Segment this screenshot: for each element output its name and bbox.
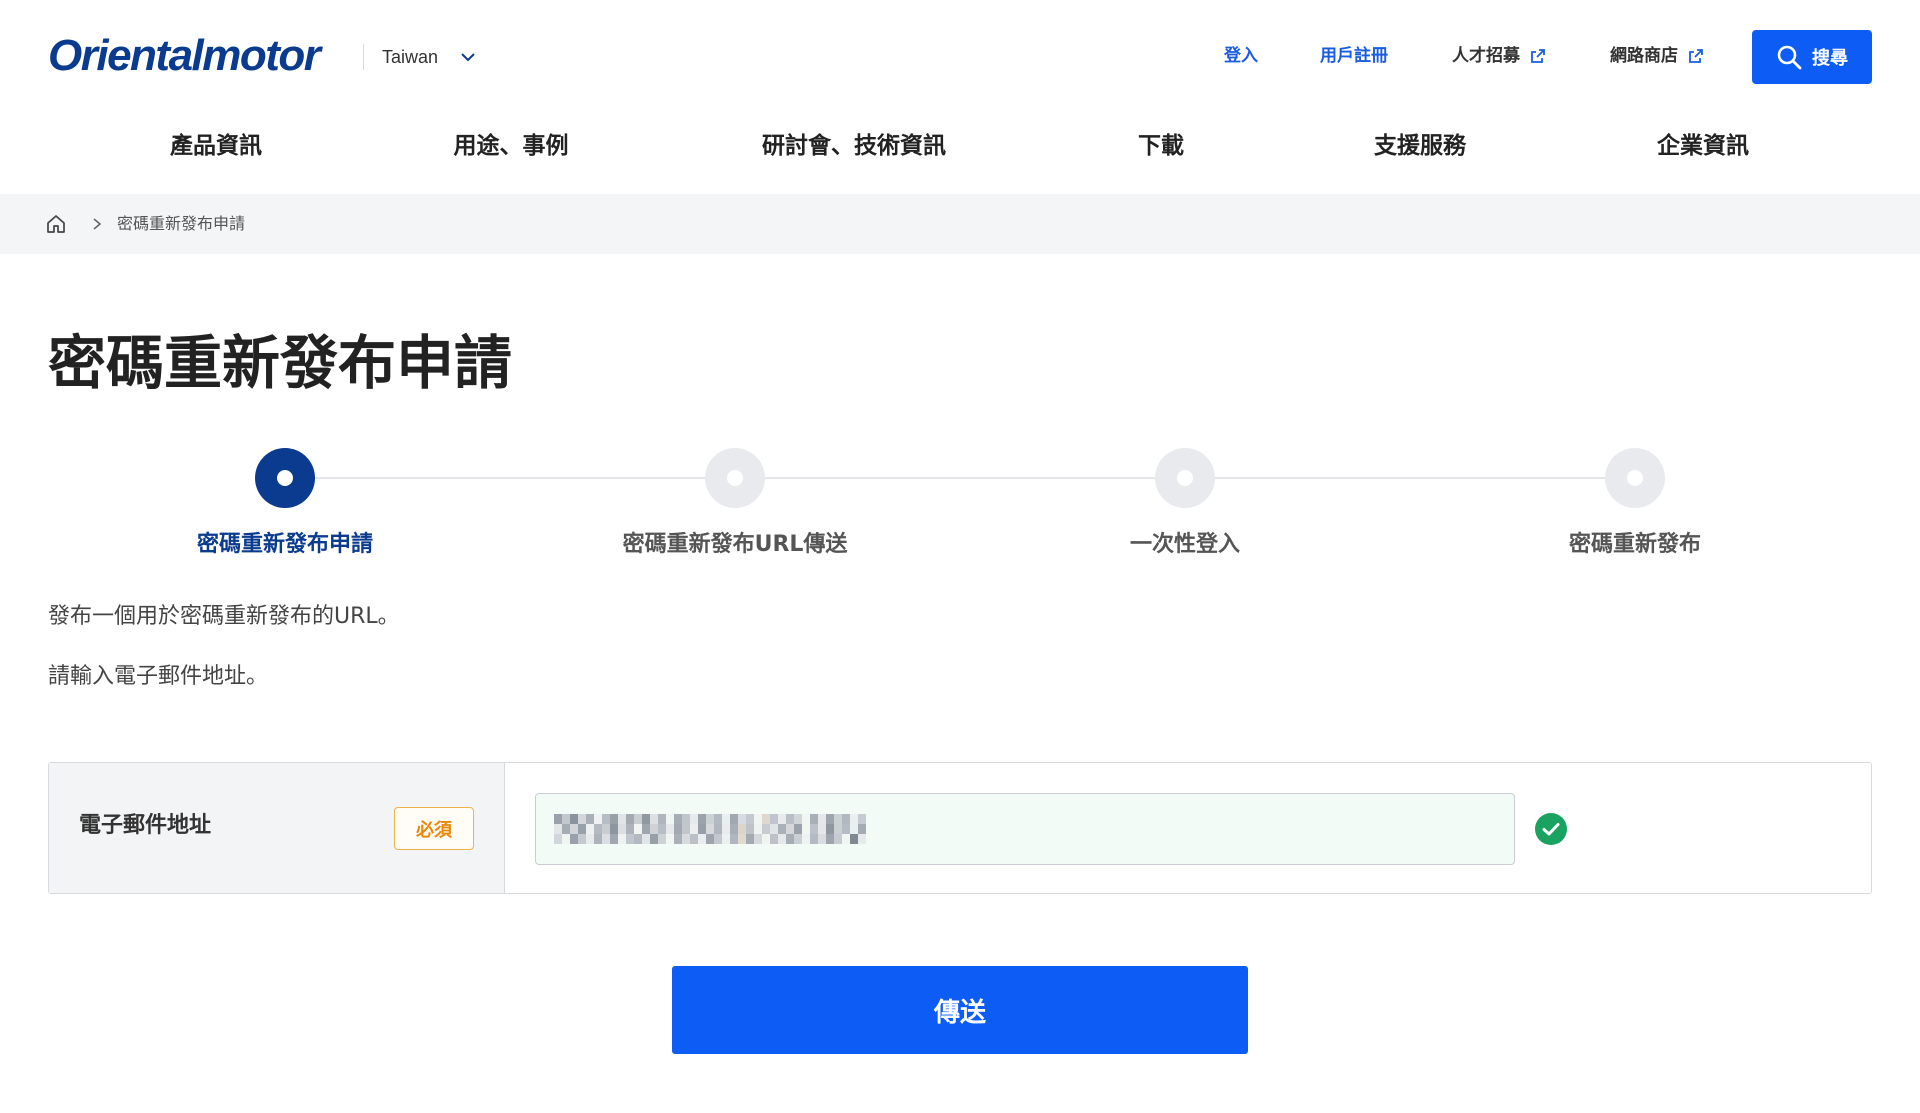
oriental-motor-logo[interactable]: Orientalmotor [48, 34, 321, 78]
email-field[interactable] [535, 793, 1515, 865]
email-field-label: 電子郵件地址 [79, 813, 212, 838]
nav-item-downloads[interactable]: 下載 [1138, 126, 1184, 166]
step-1-label: 密碼重新發布申請 [196, 532, 374, 557]
careers-link[interactable]: 人才招募 [1452, 44, 1546, 68]
nav-item-seminars[interactable]: 研討會、技術資訊 [762, 126, 946, 166]
home-icon[interactable] [46, 214, 66, 234]
nav-item-company[interactable]: 企業資訊 [1657, 126, 1749, 166]
nav-item-support[interactable]: 支援服務 [1374, 126, 1466, 166]
step-4-indicator [1605, 448, 1665, 508]
search-button-label: 搜尋 [1812, 48, 1848, 69]
webshop-link-label: 網路商店 [1610, 46, 1678, 66]
chevron-right-icon [93, 218, 102, 230]
breadcrumb: 密碼重新發布申請 [0, 194, 1920, 254]
region-selector[interactable]: Taiwan [363, 44, 476, 70]
site-header: Orientalmotor Taiwan 登入 用戶註冊 人才招募 網路商店 搜… [0, 0, 1920, 115]
step-1-indicator [255, 448, 315, 508]
chevron-down-icon [461, 53, 475, 62]
email-input-cell [505, 763, 1871, 893]
breadcrumb-current: 密碼重新發布申請 [117, 214, 246, 233]
region-label: Taiwan [382, 46, 439, 67]
register-link-label: 用戶註冊 [1320, 46, 1388, 66]
step-4-label: 密碼重新發布 [1568, 532, 1702, 557]
careers-link-label: 人才招募 [1452, 46, 1520, 66]
step-3-indicator [1155, 448, 1215, 508]
step-3-label: 一次性登入 [1129, 532, 1241, 557]
search-icon [1777, 45, 1802, 70]
email-form: 電子郵件地址 必須 [48, 762, 1872, 894]
step-2-label: 密碼重新發布URL傳送 [622, 532, 848, 557]
page-description: 發布一個用於密碼重新發布的URL。 [48, 604, 400, 629]
nav-item-products[interactable]: 產品資訊 [170, 126, 262, 166]
nav-item-applications[interactable]: 用途、事例 [454, 126, 569, 166]
required-badge: 必須 [394, 807, 474, 850]
page-instruction: 請輸入電子郵件地址。 [48, 664, 269, 689]
webshop-link[interactable]: 網路商店 [1610, 44, 1704, 68]
valid-check-icon [1535, 813, 1567, 845]
external-link-icon [1689, 49, 1703, 63]
main-nav: 產品資訊 用途、事例 研討會、技術資訊 下載 支援服務 企業資訊 [0, 126, 1920, 166]
submit-button[interactable]: 傳送 [672, 966, 1248, 1054]
email-label-cell: 電子郵件地址 必須 [49, 763, 505, 893]
step-2-indicator [705, 448, 765, 508]
login-link[interactable]: 登入 [1224, 44, 1258, 68]
search-button[interactable]: 搜尋 [1752, 30, 1872, 84]
external-link-icon [1531, 49, 1545, 63]
stepper-track [285, 477, 1635, 479]
register-link[interactable]: 用戶註冊 [1320, 44, 1388, 68]
login-link-label: 登入 [1224, 46, 1258, 66]
page-title: 密碼重新發布申請 [48, 329, 513, 397]
